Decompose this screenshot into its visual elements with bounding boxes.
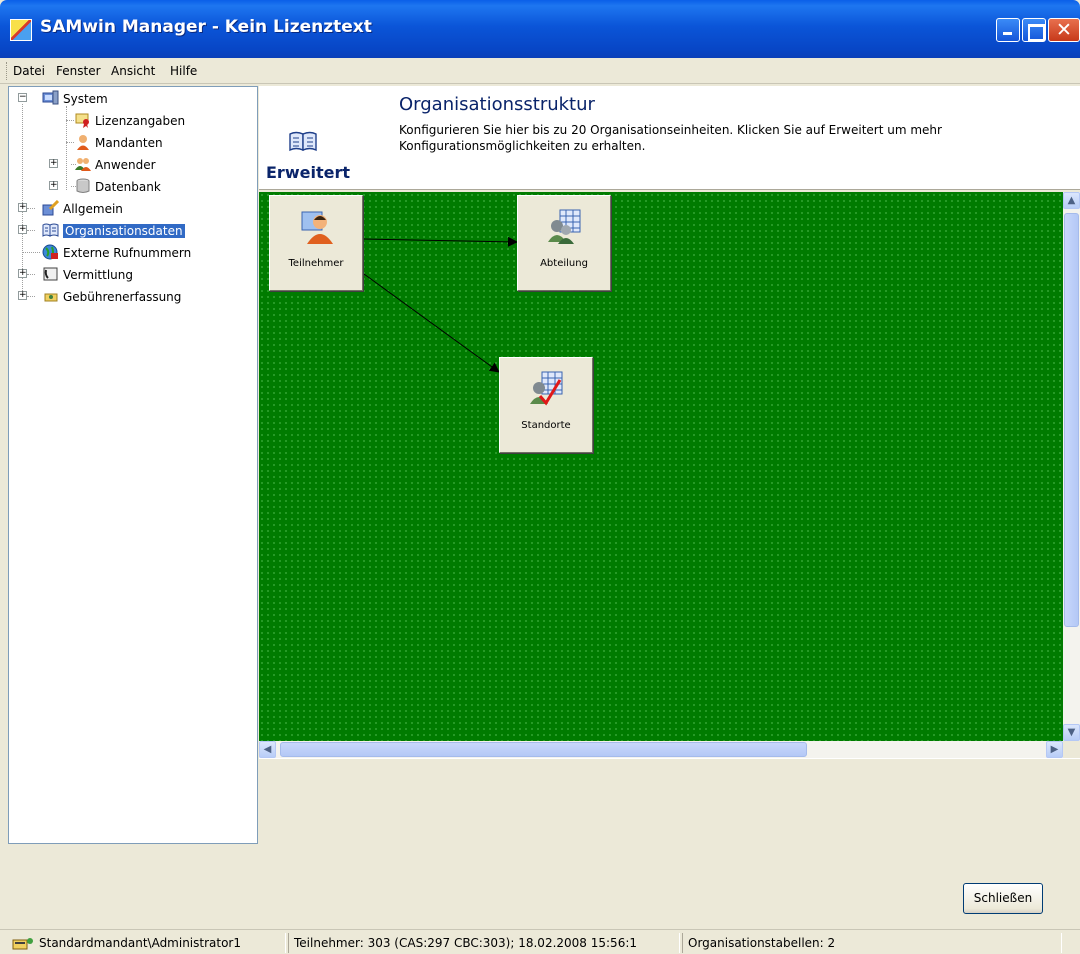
- node-abteilung[interactable]: Abteilung: [517, 195, 611, 291]
- close-icon: ✕: [1056, 19, 1072, 41]
- expand-datenbank-toggle[interactable]: +: [49, 181, 58, 190]
- vertical-scrollbar[interactable]: ▲ ▼: [1063, 192, 1080, 741]
- menu-hilfe[interactable]: Hilfe: [170, 64, 197, 78]
- erweitert-link[interactable]: Erweitert: [266, 163, 350, 182]
- node-label: Abteilung: [540, 258, 588, 269]
- expand-vermittlung-toggle[interactable]: +: [18, 269, 27, 278]
- expand-anwender-toggle[interactable]: +: [49, 159, 58, 168]
- tree-line: [22, 252, 40, 253]
- status-bar: Standardmandant\Administrator1 Teilnehme…: [0, 929, 1080, 954]
- database-icon: [76, 178, 90, 193]
- diagram-connections: [363, 236, 518, 373]
- tree-line: [27, 296, 35, 297]
- tree-line: [27, 208, 35, 209]
- node-teilnehmer[interactable]: Teilnehmer: [269, 195, 363, 291]
- navigation-tree: − System Lizenzangaben Mandanten + Anwen…: [8, 86, 258, 844]
- client-icon: [77, 135, 89, 150]
- node-label: Standorte: [521, 420, 571, 431]
- tree-line: [27, 230, 35, 231]
- scroll-right-button[interactable]: ▶: [1046, 741, 1063, 758]
- scroll-corner: [1063, 741, 1080, 758]
- department-icon: [548, 209, 581, 244]
- tree-line: [27, 274, 35, 275]
- globe-phone-icon: [42, 244, 58, 260]
- participant-icon: [301, 211, 333, 244]
- expand-organisationsdaten-toggle[interactable]: +: [18, 225, 27, 234]
- maximize-icon: [1023, 19, 1045, 41]
- user-status-icon: [12, 938, 33, 950]
- location-icon: [530, 371, 563, 406]
- system-icon: [42, 90, 59, 105]
- status-info: Teilnehmer: 303 (CAS:297 CBC:303); 18.02…: [288, 933, 680, 953]
- phone-icon: [43, 267, 58, 281]
- tree-line: [66, 106, 67, 190]
- minimize-icon: [997, 19, 1019, 41]
- scroll-down-button[interactable]: ▼: [1063, 724, 1080, 741]
- node-label: Teilnehmer: [288, 258, 344, 269]
- menu-ansicht[interactable]: Ansicht: [111, 64, 155, 78]
- charges-icon: [44, 293, 58, 302]
- link-teilnehmer-abteilung: [363, 236, 518, 247]
- book-icon: [42, 223, 59, 237]
- close-window-button[interactable]: ✕: [1048, 18, 1080, 42]
- scroll-up-button[interactable]: ▲: [1063, 192, 1080, 209]
- vertical-scroll-thumb[interactable]: [1064, 213, 1079, 627]
- page-title: Organisationsstruktur: [399, 94, 595, 115]
- horizontal-scroll-thumb[interactable]: [280, 742, 807, 757]
- content-header: Organisationsstruktur Konfigurieren Sie …: [259, 86, 1080, 190]
- settings-icon: [42, 200, 59, 216]
- menu-grip: [6, 62, 8, 80]
- status-tables: Organisationstabellen: 2: [682, 933, 1062, 953]
- org-structure-canvas[interactable]: Teilnehmer Abteilung Standorte: [259, 192, 1063, 741]
- status-user: Standardmandant\Administrator1: [34, 933, 286, 953]
- menu-bar: Datei Fenster Ansicht Hilfe: [0, 58, 1080, 84]
- tree-line: [66, 120, 74, 121]
- collapse-system-toggle[interactable]: −: [18, 93, 27, 102]
- app-icon: [10, 19, 32, 41]
- window-title: SAMwin Manager - Kein Lizenztext: [40, 17, 372, 37]
- users-icon: [75, 158, 91, 171]
- expand-allgemein-toggle[interactable]: +: [18, 203, 27, 212]
- menu-datei[interactable]: Datei: [13, 64, 45, 78]
- license-icon: [75, 113, 89, 128]
- link-teilnehmer-standorte: [363, 273, 500, 373]
- expand-gebuehrenerfassung-toggle[interactable]: +: [18, 291, 27, 300]
- close-button[interactable]: Schließen: [963, 883, 1043, 914]
- maximize-button[interactable]: [1022, 18, 1046, 42]
- title-bar: SAMwin Manager - Kein Lizenztext ✕: [0, 0, 1080, 58]
- horizontal-scrollbar[interactable]: ◀ ▶: [259, 741, 1063, 758]
- tree-line: [66, 142, 74, 143]
- button-area: [259, 758, 1080, 844]
- organisation-book-icon: [289, 131, 317, 152]
- node-standorte[interactable]: Standorte: [499, 357, 593, 453]
- page-description: Konfigurieren Sie hier bis zu 20 Organis…: [399, 123, 942, 153]
- scroll-left-button[interactable]: ◀: [259, 741, 276, 758]
- menu-fenster[interactable]: Fenster: [56, 64, 101, 78]
- minimize-button[interactable]: [996, 18, 1020, 42]
